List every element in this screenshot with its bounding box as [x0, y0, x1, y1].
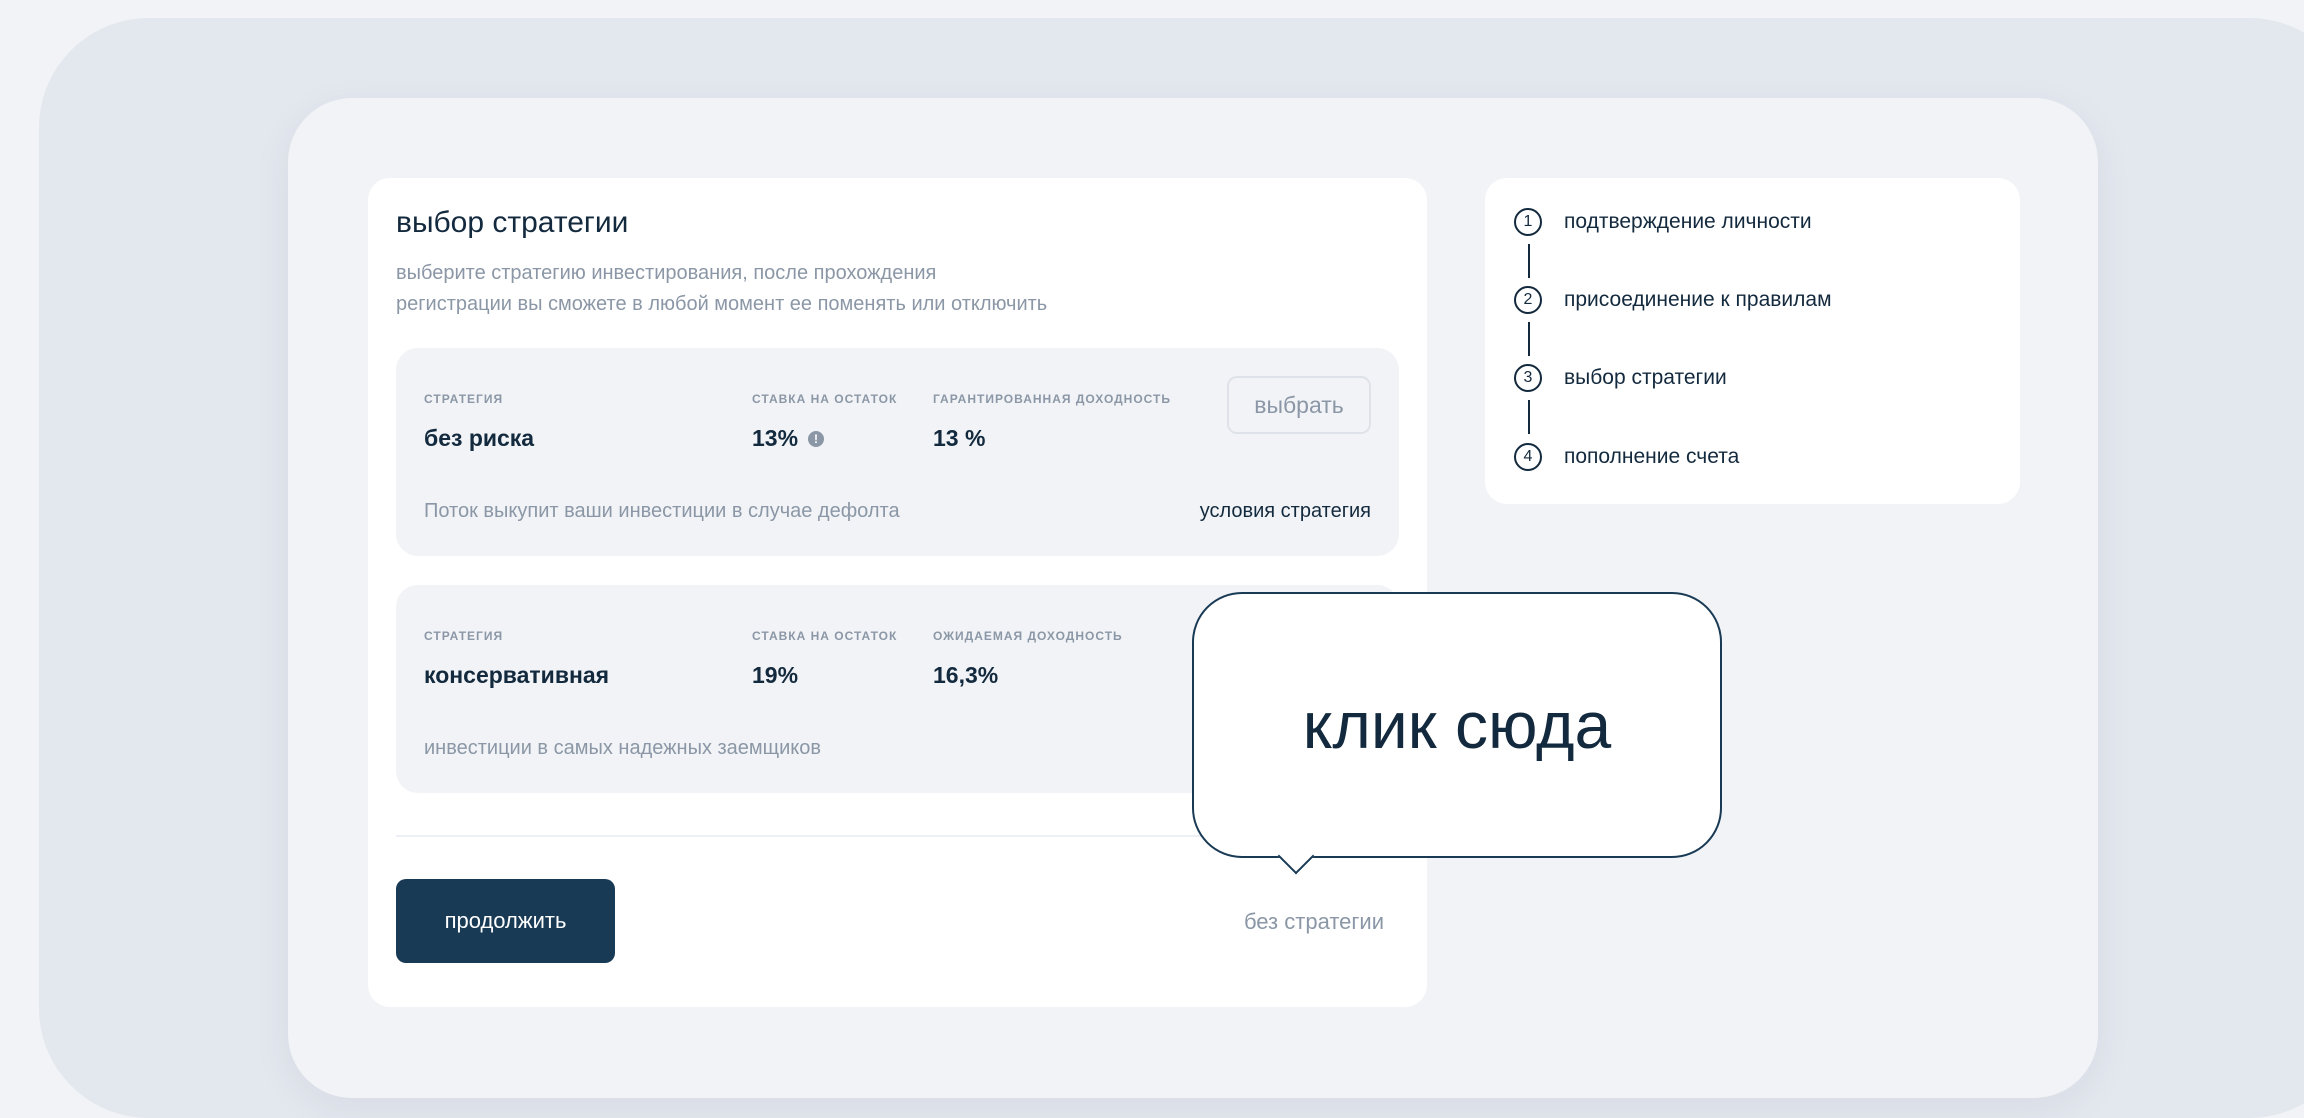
strategy-name: без риска	[424, 425, 535, 451]
step-number: 1	[1514, 208, 1542, 236]
yield-label: ОЖИДАЕМАЯ ДОХОДНОСТЬ	[933, 629, 1123, 643]
rate-label: СТАВКА НА ОСТАТОК	[752, 392, 898, 406]
rate-value-with-info: 13% !	[752, 425, 825, 452]
step-connector	[1528, 400, 1530, 434]
registration-steps: 1 подтверждение личности 2 присоединение…	[1485, 178, 2020, 504]
info-icon[interactable]: !	[808, 430, 825, 447]
yield-value: 13 %	[933, 425, 986, 451]
step-top-up-account[interactable]: 4 пополнение счета	[1514, 443, 1739, 471]
callout-text: клик сюда	[1302, 688, 1612, 762]
step-label: присоединение к правилам	[1564, 288, 1832, 311]
step-connector	[1528, 322, 1530, 356]
step-identity-verification[interactable]: 1 подтверждение личности	[1514, 208, 1812, 236]
step-number: 4	[1514, 443, 1542, 471]
step-number: 2	[1514, 286, 1542, 314]
subtitle-line-2: регистрации вы сможете в любой момент ее…	[396, 293, 1048, 315]
strategy-label: СТРАТЕГИЯ	[424, 392, 504, 406]
strategy-description: инвестиции в самых надежных заемщиков	[424, 737, 822, 759]
click-here-callout: клик сюда	[1192, 592, 1722, 875]
strategy-description: Поток выкупит ваши инвестиции в случае д…	[424, 500, 900, 522]
yield-label: ГАРАНТИРОВАННАЯ ДОХОДНОСТЬ	[933, 392, 1171, 406]
rate-label: СТАВКА НА ОСТАТОК	[752, 629, 898, 643]
page-subtitle: выберите стратегию инвестирования, после…	[396, 258, 1216, 320]
strategy-card-no-risk[interactable]: СТРАТЕГИЯ СТАВКА НА ОСТАТОК ГАРАНТИРОВАН…	[396, 348, 1399, 556]
step-connector	[1528, 244, 1530, 278]
page-title: выбор стратегии	[396, 206, 629, 239]
rate-value: 19%	[752, 662, 799, 688]
step-select-strategy[interactable]: 3 выбор стратегии	[1514, 364, 1727, 392]
step-number: 3	[1514, 364, 1542, 392]
no-strategy-link[interactable]: без стратегии	[1244, 909, 1384, 935]
rate-value: 13%	[752, 425, 799, 451]
yield-value: 16,3%	[933, 662, 999, 688]
strategy-terms-link[interactable]: условия стратегия	[1200, 500, 1371, 523]
step-accept-rules[interactable]: 2 присоединение к правилам	[1514, 286, 1832, 314]
step-label: выбор стратегии	[1564, 366, 1727, 389]
step-label: подтверждение личности	[1564, 210, 1812, 233]
step-label: пополнение счета	[1564, 445, 1740, 468]
subtitle-line-1: выберите стратегию инвестирования, после…	[396, 262, 937, 284]
select-strategy-button[interactable]: выбрать	[1227, 376, 1371, 434]
strategy-label: СТРАТЕГИЯ	[424, 629, 504, 643]
continue-button[interactable]: продолжить	[396, 879, 615, 963]
strategy-name: консервативная	[424, 662, 610, 688]
